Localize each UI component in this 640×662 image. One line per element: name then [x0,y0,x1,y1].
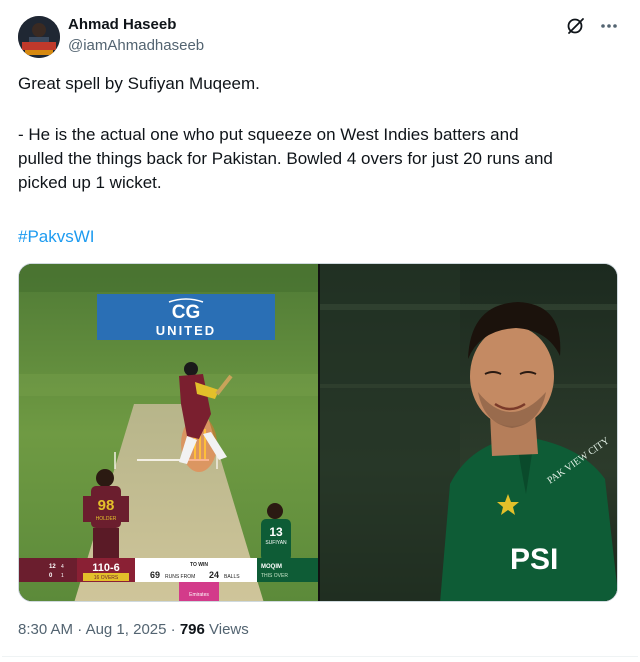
hashtag-link[interactable]: #PakvsWI [18,227,95,247]
meta-separator: · [166,621,180,638]
board-brand-text: CG [172,302,201,323]
tweet-meta: 8:30 AM · Aug 1, 2025 · 796 Views [18,621,249,638]
meta-separator: · [73,621,86,638]
avatar-image [18,16,60,58]
bowler-figures: THIS OVER [261,573,288,579]
tweet-text-paragraph: - He is the actual one who put squeeze o… [18,123,618,195]
views-count[interactable]: 796 [180,621,205,638]
batter2-balls: 1 [61,573,64,579]
balls-label: BALLS [224,574,240,580]
batter-name: HOLDER [96,516,117,522]
author-handle[interactable]: @iamAhmadhaseeb [68,37,204,54]
runs-needed: 69 [150,570,160,580]
views-label: Views [204,621,249,638]
media-image-match[interactable]: CG UNITED 98 HOLDER 13 SUFIYAN Emirates … [19,264,318,601]
tweet-text-line: picked up 1 wicket. [18,173,162,192]
media-grid[interactable]: CG UNITED 98 HOLDER 13 SUFIYAN Emirates … [18,263,618,602]
avatar[interactable] [18,16,60,58]
bowler-name: MOQIM [261,564,282,570]
batter1-score: 12 [49,564,56,570]
tweet-text-line: Great spell by Sufiyan Muqeem. [18,74,260,93]
team-score: 110-6 [92,562,120,574]
media-image-player[interactable]: PSI PAK VIEW CITY [320,264,617,601]
grok-icon[interactable] [566,16,586,36]
umpire-text: Emirates [189,592,209,598]
batter1-balls: 4 [61,564,64,570]
tweet-card[interactable]: Ahmad Haseeb @iamAhmadhaseeb Great spell… [0,0,640,662]
author-name[interactable]: Ahmad Haseeb [68,16,176,33]
tweet-text-line: pulled the things back for Pakistan. Bow… [18,149,553,168]
batter-number: 98 [98,497,115,514]
to-win-label: TO WIN [190,562,208,568]
runs-label: RUNS FROM [165,574,195,580]
balls-left: 24 [209,570,219,580]
fielder-name: SUFIYAN [265,540,287,546]
more-icon[interactable] [598,16,620,36]
scorebug: 12 4 0 1 110-6 16 OVERS TO WIN 69 RUNS F… [19,558,318,582]
card-divider [2,656,638,662]
tweet-time[interactable]: 8:30 AM [18,621,73,638]
tweet-date[interactable]: Aug 1, 2025 [86,621,167,638]
tweet-text-line: - He is the actual one who put squeeze o… [18,125,519,144]
board-text: UNITED [156,323,216,338]
fielder-number: 13 [269,525,283,539]
jersey-text: PSI [510,543,558,576]
overs: 16 OVERS [94,575,119,581]
